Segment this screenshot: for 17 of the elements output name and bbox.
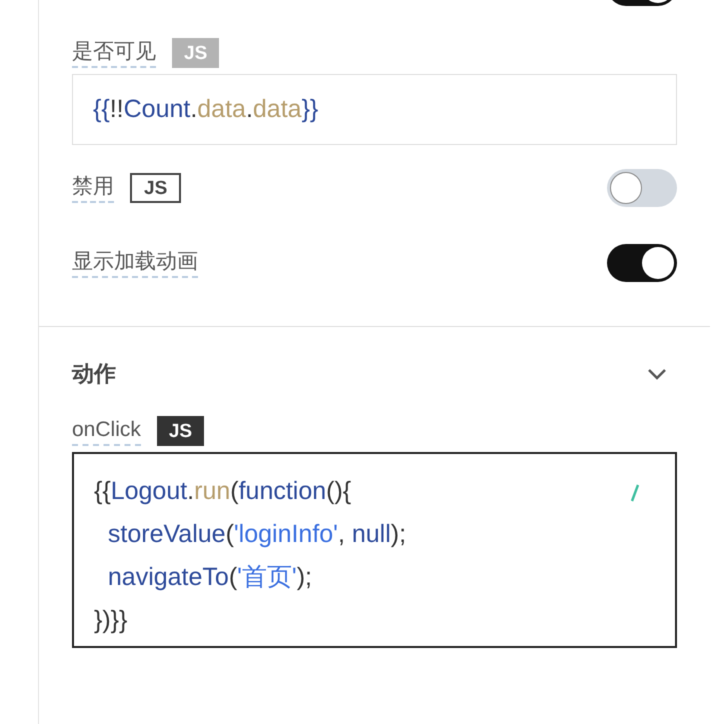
code-editor[interactable]: {{Logout.run(function(){ storeValue('loginInfo', null); navigateTo('首页'); })}}	[72, 452, 677, 648]
code-line: navigateTo('首页');	[106, 562, 312, 593]
field-label: onClick	[72, 416, 141, 446]
toggle-switch[interactable]	[607, 169, 677, 207]
section-title: 动作	[72, 360, 116, 388]
code-line: })}}	[94, 605, 128, 636]
field-label: 是否可见	[72, 38, 156, 68]
field-label: 禁用	[72, 173, 114, 203]
field-label: 显示加载动画	[72, 248, 198, 278]
js-toggle-button[interactable]: JS	[156, 416, 204, 446]
expression-field[interactable]: {{!!Count.data.data}}	[72, 74, 677, 145]
chevron-icon[interactable]	[647, 368, 667, 380]
js-toggle-button[interactable]: JS	[130, 173, 182, 203]
toggle-switch[interactable]	[607, 244, 677, 282]
slash-icon	[631, 484, 639, 502]
code-line: {{Logout.run(function(){	[94, 476, 352, 507]
code-line: storeValue('loginInfo', null);	[106, 519, 406, 550]
